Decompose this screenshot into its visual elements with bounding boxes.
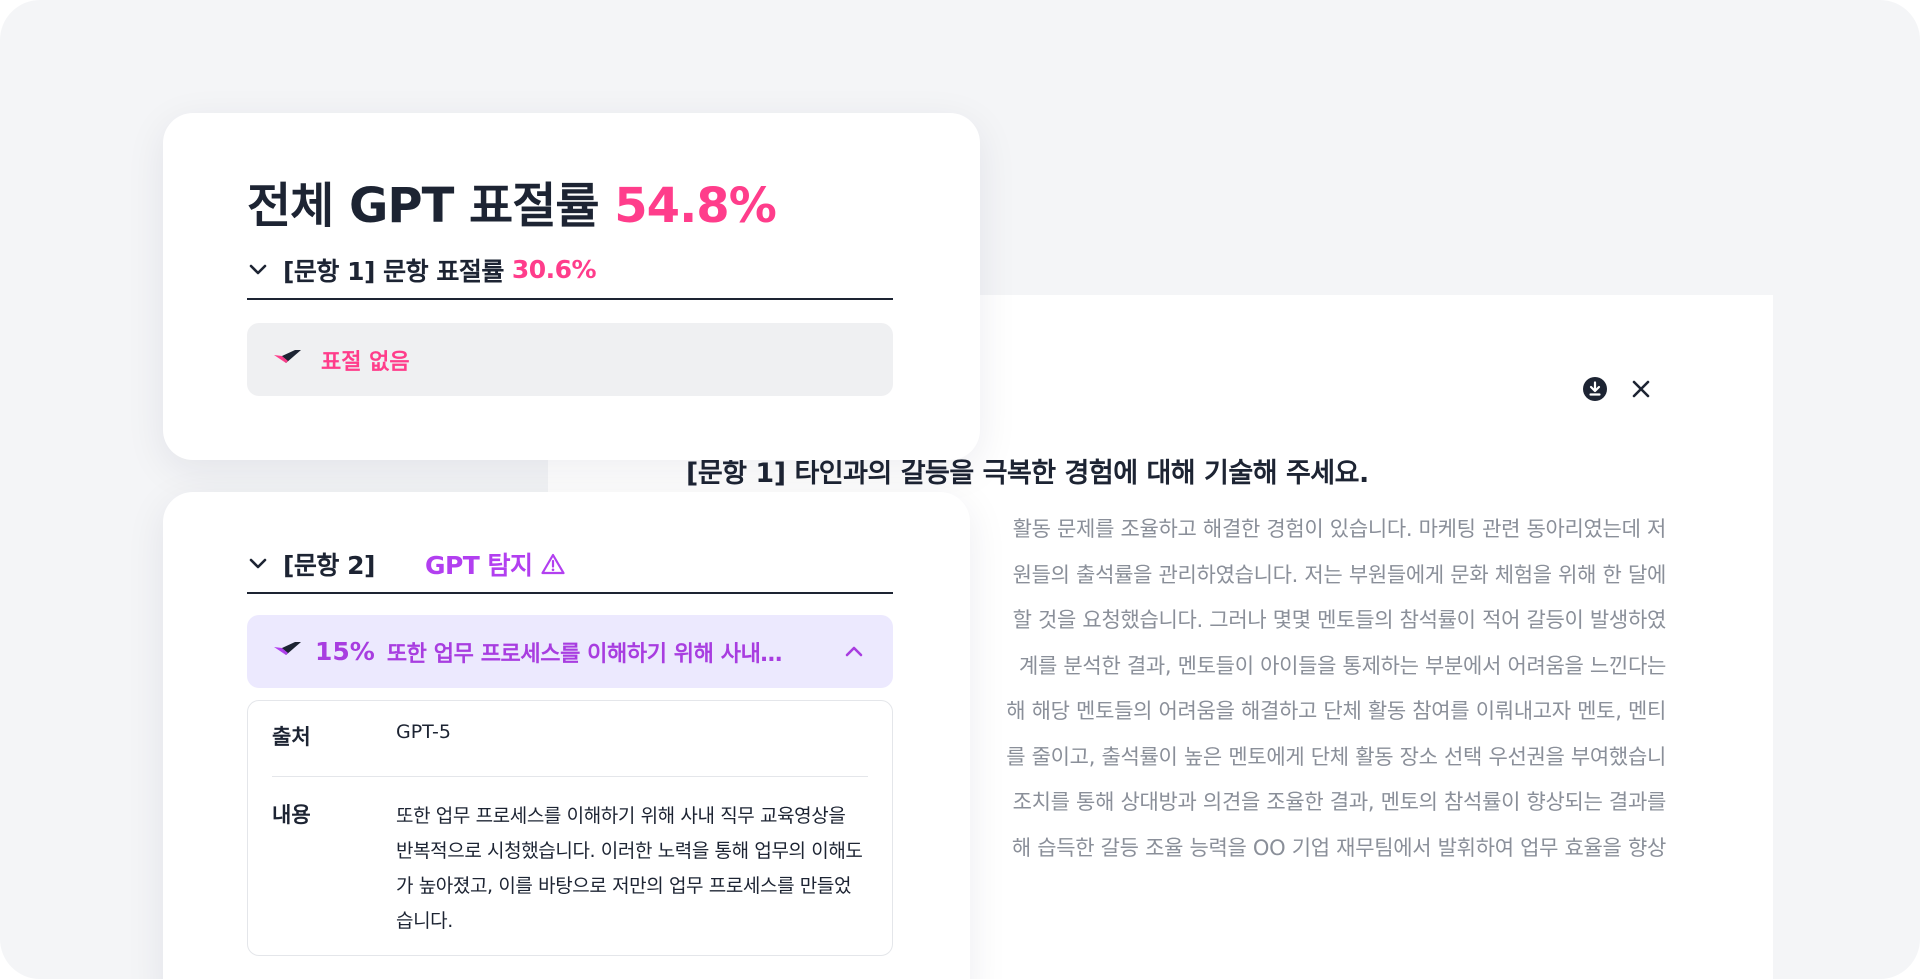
question2-card: [문항 2] GPT 탐지 15% 또한 업무 프로세스를 이해하기 위해 사내… <box>163 492 970 979</box>
source-key: 출처 <box>272 725 311 749</box>
match-detail: 출처 GPT-5 내용 또한 업무 프로세스를 이해하기 위해 사내 직무 교육… <box>247 700 893 956</box>
check-icon <box>273 640 303 664</box>
question1-result: 표절 없음 <box>247 323 893 396</box>
content-value: 또한 업무 프로세스를 이해하기 위해 사내 직무 교육영상을 반복적으로 시청… <box>396 805 863 932</box>
total-rate-value: 54.8% <box>614 178 777 234</box>
document-actions <box>1581 375 1655 403</box>
match-percent: 15% <box>315 637 375 666</box>
total-rate-label: 전체 GPT 표절률 <box>247 178 600 234</box>
match-snippet: 또한 업무 프로세스를 이해하기 위해 사내… <box>386 641 783 667</box>
chevron-down-icon <box>247 553 269 575</box>
close-icon[interactable] <box>1627 375 1655 403</box>
warning-icon <box>540 553 565 575</box>
check-icon <box>273 348 303 372</box>
gpt-match-item[interactable]: 15% 또한 업무 프로세스를 이해하기 위해 사내… <box>247 615 893 688</box>
question1-rate: 30.6% <box>511 255 597 284</box>
chevron-up-icon[interactable] <box>845 642 863 661</box>
total-rate-title: 전체 GPT 표절률 54.8% <box>247 166 777 236</box>
download-icon[interactable] <box>1581 375 1609 403</box>
question1-header[interactable]: [문항 1] 문항 표절률 30.6% <box>247 241 893 300</box>
chevron-down-icon <box>247 259 269 281</box>
content-key: 내용 <box>272 803 311 827</box>
question1-label: [문항 1] 문항 표절률 <box>283 256 504 286</box>
detail-content-row: 내용 또한 업무 프로세스를 이해하기 위해 사내 직무 교육영상을 반복적으로… <box>272 799 868 939</box>
question1-result-label: 표절 없음 <box>321 349 410 375</box>
gpt-detect-label: GPT 탐지 <box>424 550 533 580</box>
canvas: [문항 1] 타인과의 갈등을 극복한 경험에 대해 기술해 주세요. 활동 문… <box>0 0 1920 979</box>
question2-header[interactable]: [문항 2] GPT 탐지 <box>247 535 893 594</box>
source-value: GPT-5 <box>396 721 451 743</box>
detail-source-row: 출처 GPT-5 <box>272 721 868 777</box>
summary-card: 전체 GPT 표절률 54.8% [문항 1] 문항 표절률 30.6% 표절 … <box>163 113 980 460</box>
question2-label: [문항 2] <box>283 550 375 580</box>
